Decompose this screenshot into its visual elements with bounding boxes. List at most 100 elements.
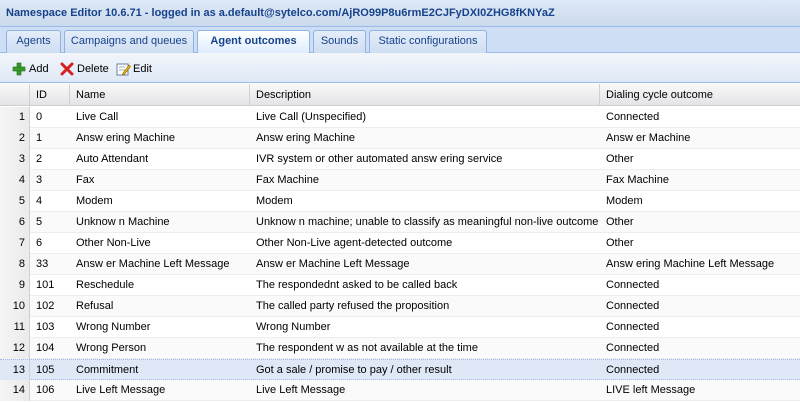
cell-name: Answ er Machine Left Message bbox=[76, 258, 230, 270]
tab-sounds[interactable]: Sounds bbox=[313, 30, 366, 53]
cell-description: Got a sale / promise to pay / other resu… bbox=[256, 364, 452, 376]
cell-id: 33 bbox=[36, 258, 49, 270]
cell-dialing-cycle-outcome: Fax Machine bbox=[606, 174, 669, 186]
cell-description: Live Left Message bbox=[256, 384, 346, 396]
tab-static-configurations[interactable]: Static configurations bbox=[369, 30, 487, 53]
table-row[interactable]: 8 33 Answ er Machine Left Message Answ er M… bbox=[0, 254, 800, 275]
delete-icon bbox=[60, 62, 74, 76]
cell-name: Modem bbox=[76, 195, 113, 207]
row-number: 9 bbox=[0, 275, 30, 296]
table-row[interactable]: 14 106 Live Left Message Live Left Message L… bbox=[0, 380, 800, 401]
cell-dialing-cycle-outcome: Answ ering Machine Left Message bbox=[606, 258, 775, 270]
header-dialing-cycle-outcome[interactable]: Dialing cycle outcome bbox=[600, 84, 800, 106]
table-row[interactable]: 7 6 Other Non-Live Other Non-Live agent-det… bbox=[0, 233, 800, 254]
tab-agent-outcomes[interactable]: Agent outcomes bbox=[197, 30, 310, 54]
row-number: 3 bbox=[0, 149, 30, 170]
cell-description: Live Call (Unspecified) bbox=[256, 111, 367, 123]
row-number: 13 bbox=[0, 360, 30, 381]
cell-id: 0 bbox=[36, 111, 43, 123]
header-row-number bbox=[0, 84, 30, 106]
delete-button[interactable]: Delete bbox=[60, 61, 110, 77]
cell-description: Wrong Number bbox=[256, 321, 331, 333]
add-icon bbox=[12, 62, 26, 76]
cell-name: Answ ering Machine bbox=[76, 132, 176, 144]
cell-description: Other Non-Live agent-detected outcome bbox=[256, 237, 453, 249]
tab-campaigns-and-queues[interactable]: Campaigns and queues bbox=[64, 30, 194, 53]
delete-button-label: Delete bbox=[77, 63, 109, 75]
cell-dialing-cycle-outcome: Answ er Machine bbox=[606, 132, 691, 144]
table-row[interactable]: 6 5 Unknow n Machine Unknow n machine; unab… bbox=[0, 212, 800, 233]
toolbar: Add Delete Edit bbox=[0, 53, 800, 83]
add-button[interactable]: Add bbox=[12, 61, 52, 77]
row-number: 14 bbox=[0, 380, 30, 401]
row-number: 8 bbox=[0, 254, 30, 275]
edit-button-label: Edit bbox=[133, 63, 152, 75]
table-row[interactable]: 4 3 Fax Fax Machine Fax Machine bbox=[0, 170, 800, 191]
cell-name: Refusal bbox=[76, 300, 114, 312]
window-title: Namespace Editor 10.6.71 - logged in as … bbox=[0, 0, 800, 27]
cell-id: 6 bbox=[36, 237, 43, 249]
add-button-label: Add bbox=[29, 63, 49, 75]
cell-id: 102 bbox=[36, 300, 55, 312]
grid-header: ID Name Description Dialing cycle outcom… bbox=[0, 84, 800, 106]
edit-icon bbox=[116, 63, 131, 76]
table-row[interactable]: 13 105 Commitment Got a sale / promise to p… bbox=[0, 359, 800, 381]
cell-name: Commitment bbox=[76, 364, 139, 376]
row-number: 12 bbox=[0, 338, 30, 359]
table-row[interactable]: 12 104 Wrong Person The respondent w as not… bbox=[0, 338, 800, 359]
cell-name: Wrong Number bbox=[76, 321, 151, 333]
cell-description: The called party refused the proposition bbox=[256, 300, 450, 312]
cell-dialing-cycle-outcome: Connected bbox=[606, 364, 660, 376]
cell-description: Fax Machine bbox=[256, 174, 319, 186]
cell-dialing-cycle-outcome: Connected bbox=[606, 111, 660, 123]
row-number: 7 bbox=[0, 233, 30, 254]
cell-dialing-cycle-outcome: LIVE left Message bbox=[606, 384, 696, 396]
cell-name: Fax bbox=[76, 174, 95, 186]
tab-agents[interactable]: Agents bbox=[6, 30, 61, 53]
cell-dialing-cycle-outcome: Other bbox=[606, 216, 634, 228]
cell-name: Live Call bbox=[76, 111, 119, 123]
cell-description: Answ er Machine Left Message bbox=[256, 258, 410, 270]
cell-dialing-cycle-outcome: Other bbox=[606, 237, 634, 249]
cell-name: Auto Attendant bbox=[76, 153, 149, 165]
table-row[interactable]: 5 4 Modem Modem Modem bbox=[0, 191, 800, 212]
cell-description: The respondednt asked to be called back bbox=[256, 279, 458, 291]
cell-name: Live Left Message bbox=[76, 384, 166, 396]
cell-name: Wrong Person bbox=[76, 342, 147, 354]
header-id[interactable]: ID bbox=[30, 84, 70, 106]
table-row[interactable]: 2 1 Answ ering Machine Answ ering Machine An… bbox=[0, 128, 800, 149]
cell-id: 101 bbox=[36, 279, 55, 291]
cell-id: 105 bbox=[36, 364, 55, 376]
cell-id: 3 bbox=[36, 174, 43, 186]
table-row[interactable]: 10 102 Refusal The called party refused the… bbox=[0, 296, 800, 317]
cell-description: Answ ering Machine bbox=[256, 132, 356, 144]
cell-name: Reschedule bbox=[76, 279, 135, 291]
row-number: 5 bbox=[0, 191, 30, 212]
cell-dialing-cycle-outcome: Connected bbox=[606, 279, 660, 291]
table-row[interactable]: 11 103 Wrong Number Wrong Number Connected bbox=[0, 317, 800, 338]
row-number: 4 bbox=[0, 170, 30, 191]
cell-dialing-cycle-outcome: Connected bbox=[606, 342, 660, 354]
row-number: 10 bbox=[0, 296, 30, 317]
cell-description: Modem bbox=[256, 195, 293, 207]
header-name[interactable]: Name bbox=[70, 84, 250, 106]
header-description[interactable]: Description bbox=[250, 84, 600, 106]
row-number: 6 bbox=[0, 212, 30, 233]
edit-button[interactable]: Edit bbox=[116, 61, 156, 77]
row-number: 2 bbox=[0, 128, 30, 149]
cell-dialing-cycle-outcome: Connected bbox=[606, 321, 660, 333]
table-row[interactable]: 9 101 Reschedule The respondednt asked to b… bbox=[0, 275, 800, 296]
tab-strip: Agents Campaigns and queues Agent outcom… bbox=[0, 27, 800, 54]
cell-description: The respondent w as not available at the… bbox=[256, 342, 478, 354]
cell-id: 4 bbox=[36, 195, 43, 207]
cell-id: 104 bbox=[36, 342, 55, 354]
row-number: 11 bbox=[0, 317, 30, 338]
cell-dialing-cycle-outcome: Modem bbox=[606, 195, 643, 207]
table-row[interactable]: 3 2 Auto Attendant IVR system or other auto… bbox=[0, 149, 800, 170]
cell-name: Other Non-Live bbox=[76, 237, 151, 249]
cell-description: IVR system or other automated answ ering… bbox=[256, 153, 503, 165]
cell-dialing-cycle-outcome: Connected bbox=[606, 300, 660, 312]
cell-name: Unknow n Machine bbox=[76, 216, 170, 228]
table-row[interactable]: 1 0 Live Call Live Call (Unspecified) Connec… bbox=[0, 107, 800, 128]
cell-dialing-cycle-outcome: Other bbox=[606, 153, 634, 165]
